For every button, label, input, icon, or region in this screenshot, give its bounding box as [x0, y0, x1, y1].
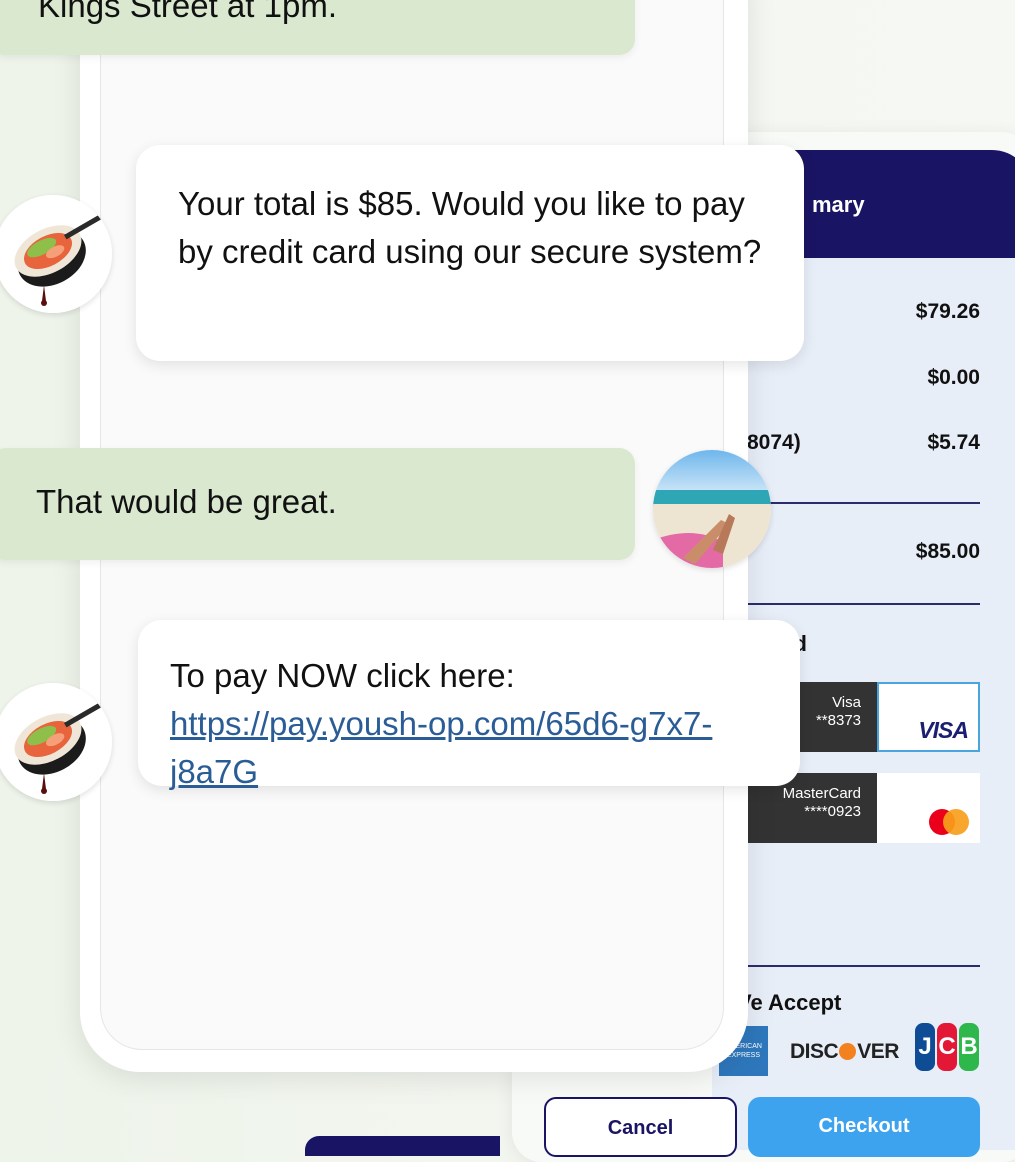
summary-title: mary [812, 192, 865, 217]
bot-message: Your total is $85. Would you like to pay… [136, 145, 804, 361]
beach-avatar-icon [653, 450, 771, 568]
subtotal-value: $79.26 [915, 300, 980, 323]
payment-link[interactable]: https://pay.yoush-op.com/65d6-g7x7-j8a7G [170, 705, 712, 790]
we-accept-title: Ve Accept [737, 990, 842, 1015]
user-message: Kings Street at 1pm. [0, 0, 635, 55]
bot-payment-message: To pay NOW click here: https://pay.yoush… [138, 620, 800, 790]
card-number: ****0923 [804, 803, 861, 820]
jcb-logo: J C B [915, 1023, 979, 1071]
mastercard-logo-icon [929, 809, 973, 835]
tax-value: $5.74 [927, 431, 980, 454]
discover-logo: DISC VER [790, 1040, 899, 1063]
user-message: That would be great. [0, 448, 635, 560]
summary-divider [732, 965, 980, 967]
dark-tab-edge [305, 1136, 500, 1156]
payment-prompt-text: To pay NOW click here: [170, 657, 515, 694]
checkout-button[interactable]: Checkout [748, 1097, 980, 1157]
discount-value: $0.00 [927, 366, 980, 389]
tax-label: 8074) [747, 431, 801, 454]
cancel-button[interactable]: Cancel [544, 1097, 737, 1157]
card-name: MasterCard [782, 785, 861, 802]
total-value: $85.00 [915, 540, 980, 563]
summary-divider [732, 603, 980, 605]
visa-logo: VISA [918, 717, 969, 743]
